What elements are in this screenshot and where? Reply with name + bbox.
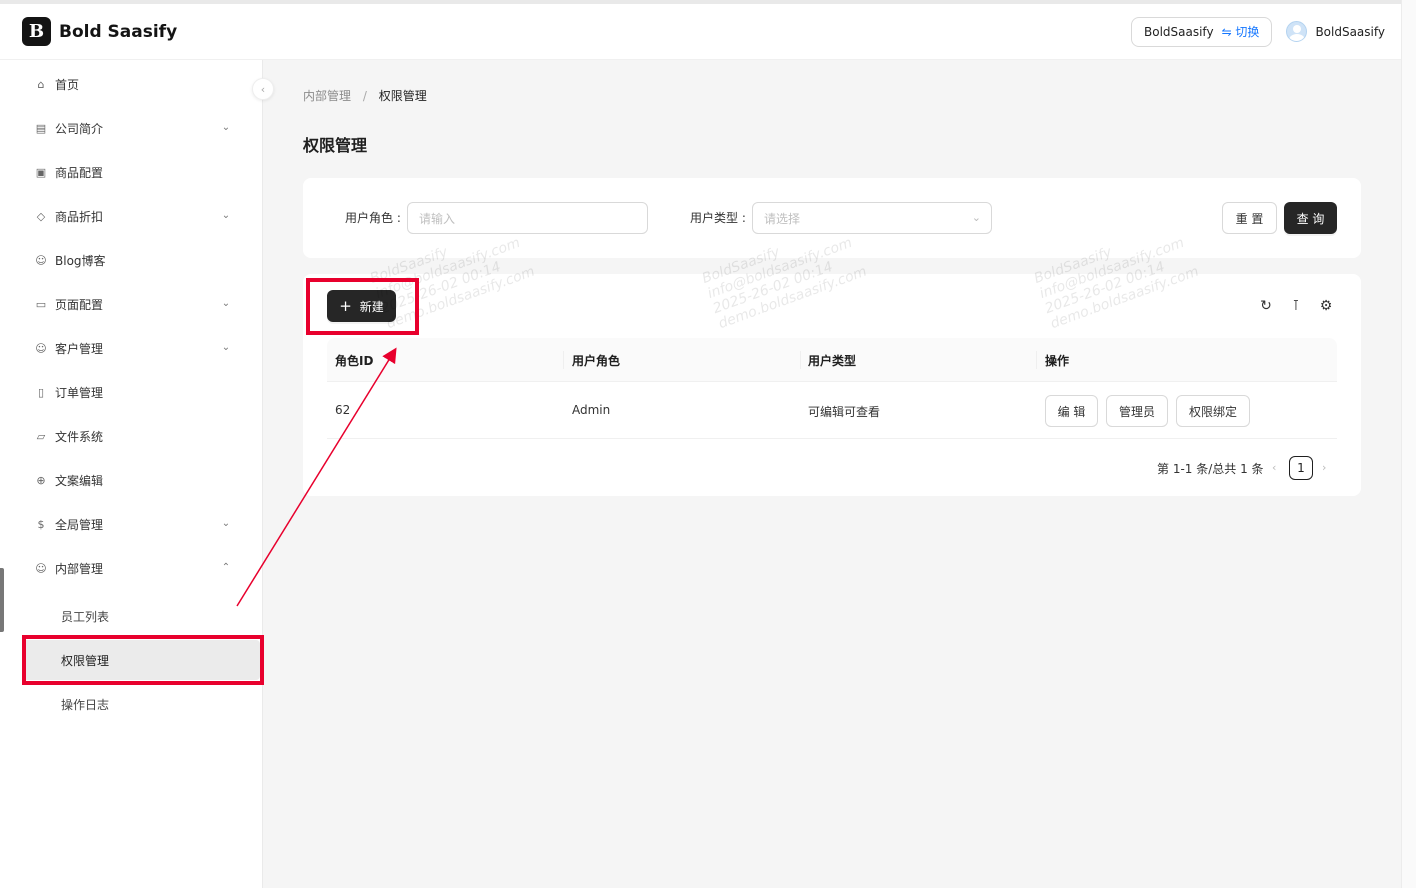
annotation-arrow bbox=[236, 347, 397, 607]
